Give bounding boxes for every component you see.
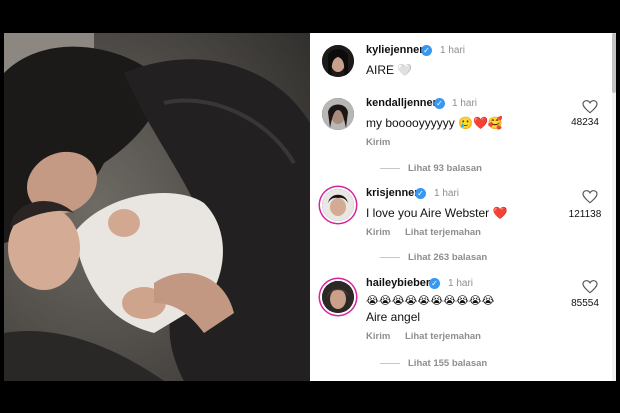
comment-text: I love you Aire Webster ❤️ <box>366 206 508 220</box>
comment-emoji-line: 😭😭😭😭😭😭😭😭😭😭 <box>366 295 495 307</box>
comment-krisjenner: krisjenner ✓ 1 hari I love you Aire Webs… <box>310 183 616 273</box>
reply-button[interactable]: Kirim <box>366 331 390 342</box>
username[interactable]: krisjenner <box>366 187 419 199</box>
scrollbar-thumb[interactable] <box>612 33 616 93</box>
username[interactable]: kyliejenner <box>366 44 423 56</box>
like-count: 85554 <box>571 298 599 309</box>
timestamp: 1 hari <box>448 278 474 289</box>
view-replies-button[interactable]: Lihat 263 balasan <box>380 252 487 263</box>
comment-text: my booooyyyyyy 🥲❤️🥰 <box>366 116 503 130</box>
verified-badge-icon: ✓ <box>429 278 440 289</box>
timestamp: 1 hari <box>452 98 478 109</box>
see-translation-button[interactable]: Lihat terjemahan <box>405 227 481 238</box>
verified-badge-icon: ✓ <box>415 188 426 199</box>
comment-actions: Kirim <box>366 137 402 148</box>
avatar-haileybieber[interactable] <box>322 281 354 313</box>
like-heart-icon[interactable] <box>582 190 598 204</box>
comment-haileybieber: haileybieber ✓ 1 hari 😭😭😭😭😭😭😭😭😭😭 Aire an… <box>310 273 616 381</box>
like-count: 48234 <box>571 117 599 128</box>
caption-comment: kyliejenner ✓ 1 hari AIRE 🤍 <box>310 33 616 93</box>
comment-actions: Kirim Lihat terjemahan <box>366 227 493 238</box>
comments-pane[interactable]: kyliejenner ✓ 1 hari AIRE 🤍 kendalljenne… <box>310 33 616 381</box>
comment-actions: Kirim Lihat terjemahan <box>366 331 493 342</box>
comments-scrollbar[interactable] <box>612 33 616 381</box>
see-translation-button[interactable]: Lihat terjemahan <box>405 331 481 342</box>
timestamp: 1 hari <box>440 45 466 56</box>
username[interactable]: kendalljenner <box>366 97 437 109</box>
reply-button[interactable]: Kirim <box>366 227 390 238</box>
comment-kendalljenner: kendalljenner ✓ 1 hari my booooyyyyyy 🥲❤… <box>310 93 616 183</box>
verified-badge-icon: ✓ <box>421 45 432 56</box>
like-heart-icon[interactable] <box>582 100 598 114</box>
comment-text: Aire angel <box>366 310 421 324</box>
view-replies-button[interactable]: Lihat 155 balasan <box>380 358 487 369</box>
avatar-kendalljenner[interactable] <box>322 98 354 130</box>
comment-text: AIRE 🤍 <box>366 63 413 77</box>
reply-button[interactable]: Kirim <box>366 137 390 148</box>
avatar-kyliejenner[interactable] <box>322 45 354 77</box>
avatar-krisjenner[interactable] <box>322 189 354 221</box>
timestamp: 1 hari <box>434 188 460 199</box>
like-count: 121138 <box>568 209 602 220</box>
photo-image <box>4 33 310 381</box>
view-replies-button[interactable]: Lihat 93 balasan <box>380 163 482 174</box>
like-heart-icon[interactable] <box>582 280 598 294</box>
verified-badge-icon: ✓ <box>434 98 445 109</box>
post-viewer: kyliejenner ✓ 1 hari AIRE 🤍 kendalljenne… <box>4 33 616 381</box>
post-photo[interactable] <box>4 33 310 381</box>
username[interactable]: haileybieber <box>366 277 430 289</box>
